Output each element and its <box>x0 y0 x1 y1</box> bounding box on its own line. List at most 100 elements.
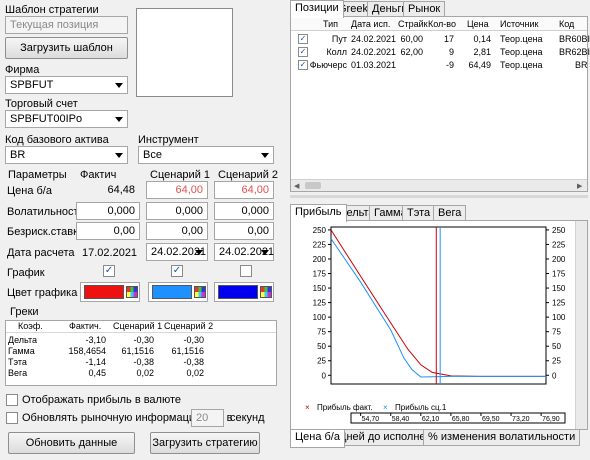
scroll-left-icon[interactable]: ◀ <box>294 182 299 190</box>
volatility-fact-input[interactable]: 0,000 <box>76 202 140 220</box>
greek-s1: 61,1516 <box>121 346 154 356</box>
greek-fact: 0,45 <box>88 368 106 378</box>
position-row[interactable]: ✓ Колл 24.02.2021 62,00 9 2,81 Теор.цена… <box>291 46 590 59</box>
color-scenario1-picker[interactable] <box>148 282 208 302</box>
y-tick-label-right: 75 <box>552 328 561 337</box>
position-row[interactable]: ✓ Фьючерс 01.03.2021 -9 64,49 Теор.цена … <box>291 59 588 72</box>
load-strategy-button[interactable]: Загрузить стратегию <box>150 432 260 454</box>
color-swatch-fact <box>84 285 124 299</box>
auto-refresh-checkbox[interactable] <box>6 412 18 424</box>
fact-header: Фактич <box>80 169 117 181</box>
chart-fact-checkbox[interactable]: ✓ <box>103 265 115 277</box>
calc-date-scenario2-picker[interactable]: 24.02.2021 <box>214 243 274 261</box>
tab-volatility-change[interactable]: % изменения волатильности <box>423 430 581 446</box>
x-tick-label: 73,20 <box>512 416 530 423</box>
greek-s1: 0,02 <box>136 368 154 378</box>
position-type: Фьючерс <box>309 60 347 70</box>
refresh-interval-input[interactable]: 20 <box>191 409 224 427</box>
show-currency-checkbox[interactable] <box>6 394 18 406</box>
palette-icon[interactable] <box>126 286 138 298</box>
chart-scenario1-checkbox[interactable]: ✓ <box>171 265 183 277</box>
position-source: Теор.цена <box>500 47 543 57</box>
scenario1-header: Сценарий 1 <box>150 169 211 181</box>
position-checkbox[interactable]: ✓ <box>298 34 308 44</box>
rate-fact-input[interactable]: 0,00 <box>76 222 140 240</box>
rate-scenario1-input[interactable]: 0,00 <box>146 222 208 240</box>
chart-panel: 250 250 225 225 200 200 175 175 150 150 125 125 100 1… <box>290 220 588 430</box>
position-checkbox[interactable]: ✓ <box>298 47 308 57</box>
col-strike: Страйк <box>398 19 428 29</box>
color-fact-picker[interactable] <box>80 282 140 302</box>
greek-fact: -3,10 <box>85 335 106 345</box>
position-qty: 17 <box>443 34 454 44</box>
chart-toggle-label: График <box>7 267 45 279</box>
greek-s2: -0,30 <box>183 335 204 345</box>
account-select[interactable]: SPBFUT00IPo <box>5 110 128 128</box>
price-scenario1-input[interactable]: 64,00 <box>146 181 208 199</box>
greeks-header-row: Коэф. Фактич. Сценарий 1 Сценарий 2 <box>6 321 276 333</box>
chevron-down-icon <box>115 153 123 158</box>
greek-name: Вега <box>8 368 28 378</box>
greeks-table: Коэф. Фактич. Сценарий 1 Сценарий 2 Дель… <box>5 320 277 386</box>
col-price: Цена <box>467 19 489 29</box>
position-strike: 60,00 <box>400 34 423 44</box>
risk-free-rate-label: Безриск.ставка <box>7 226 85 238</box>
strategy-template-label: Шаблон стратегии <box>5 4 99 16</box>
strategy-template-field[interactable]: Текущая позиция <box>5 16 128 34</box>
x-tick-label: 65,80 <box>452 416 470 423</box>
base-asset-select[interactable]: BR <box>5 146 128 164</box>
position-price: 2,81 <box>473 47 491 57</box>
chart-v-scrollbar[interactable] <box>575 221 587 429</box>
y-tick-label-left: 50 <box>317 342 326 351</box>
position-row[interactable]: ✓ Пут 24.02.2021 60,00 17 0,14 Теор.цена… <box>291 33 590 46</box>
update-data-button[interactable]: Обновить данные <box>8 432 135 454</box>
tab-positions[interactable]: Позиции <box>290 0 344 18</box>
load-template-button[interactable]: Загрузить шаблон <box>5 37 128 59</box>
tab-underlying-price[interactable]: Цена б/а <box>290 430 345 448</box>
greek-name: Гамма <box>8 346 35 356</box>
tab-vega[interactable]: Вега <box>433 205 467 221</box>
firm-select[interactable]: SPBFUT <box>5 76 128 94</box>
positions-h-scrollbar[interactable]: ◀ ▶ <box>291 179 587 191</box>
col-exp-date: Дата исп. <box>351 19 391 29</box>
tab-profit[interactable]: Прибыль <box>290 204 347 222</box>
volatility-label: Волатильность <box>7 206 85 218</box>
scroll-thumb[interactable] <box>305 182 321 189</box>
tab-theta[interactable]: Тэта <box>402 205 436 221</box>
palette-icon[interactable] <box>194 286 206 298</box>
tab-market[interactable]: Рынок <box>403 1 446 17</box>
y-tick-label-right: 100 <box>552 313 566 322</box>
volatility-scenario1-input[interactable]: 0,000 <box>146 202 208 220</box>
color-scenario2-picker[interactable] <box>214 282 274 302</box>
rate-scenario2-input[interactable]: 0,00 <box>214 222 274 240</box>
base-asset-select-value: BR <box>10 149 26 161</box>
calc-date-scenario1-picker[interactable]: 24.02.2021 <box>146 243 208 261</box>
position-strike: 62,00 <box>400 47 423 57</box>
col-source: Источник <box>500 19 539 29</box>
y-tick-label-left: 0 <box>322 371 327 380</box>
plot-area <box>330 226 547 385</box>
price-label: Цена б/а <box>7 185 52 197</box>
instrument-select-value: Все <box>143 149 162 161</box>
greek-s2: -0,38 <box>183 357 204 367</box>
y-tick-label-right: 200 <box>552 255 566 264</box>
price-scenario2-input[interactable]: 64,00 <box>214 181 274 199</box>
y-tick-label-right: 50 <box>552 342 561 351</box>
y-tick-label-left: 150 <box>313 284 327 293</box>
position-price: 0,14 <box>473 34 491 44</box>
x-tick-label: 58,40 <box>392 416 410 423</box>
chart-scenario2-checkbox[interactable] <box>240 265 252 277</box>
greek-s2: 61,1516 <box>171 346 204 356</box>
account-label: Торговый счет <box>5 98 78 110</box>
y-tick-label-left: 125 <box>313 299 327 308</box>
scroll-right-icon[interactable]: ▶ <box>577 182 582 190</box>
instrument-select[interactable]: Все <box>138 146 274 164</box>
palette-icon[interactable] <box>260 286 272 298</box>
y-tick-label-right: 25 <box>552 357 561 366</box>
volatility-scenario2-input[interactable]: 0,000 <box>214 202 274 220</box>
params-header: Параметры <box>8 169 67 181</box>
scenario2-header: Сценарий 2 <box>218 169 279 181</box>
greek-fact: 158,4654 <box>68 346 106 356</box>
panel-splitter[interactable] <box>290 195 588 198</box>
greeks-col-coef: Коэф. <box>18 321 43 331</box>
